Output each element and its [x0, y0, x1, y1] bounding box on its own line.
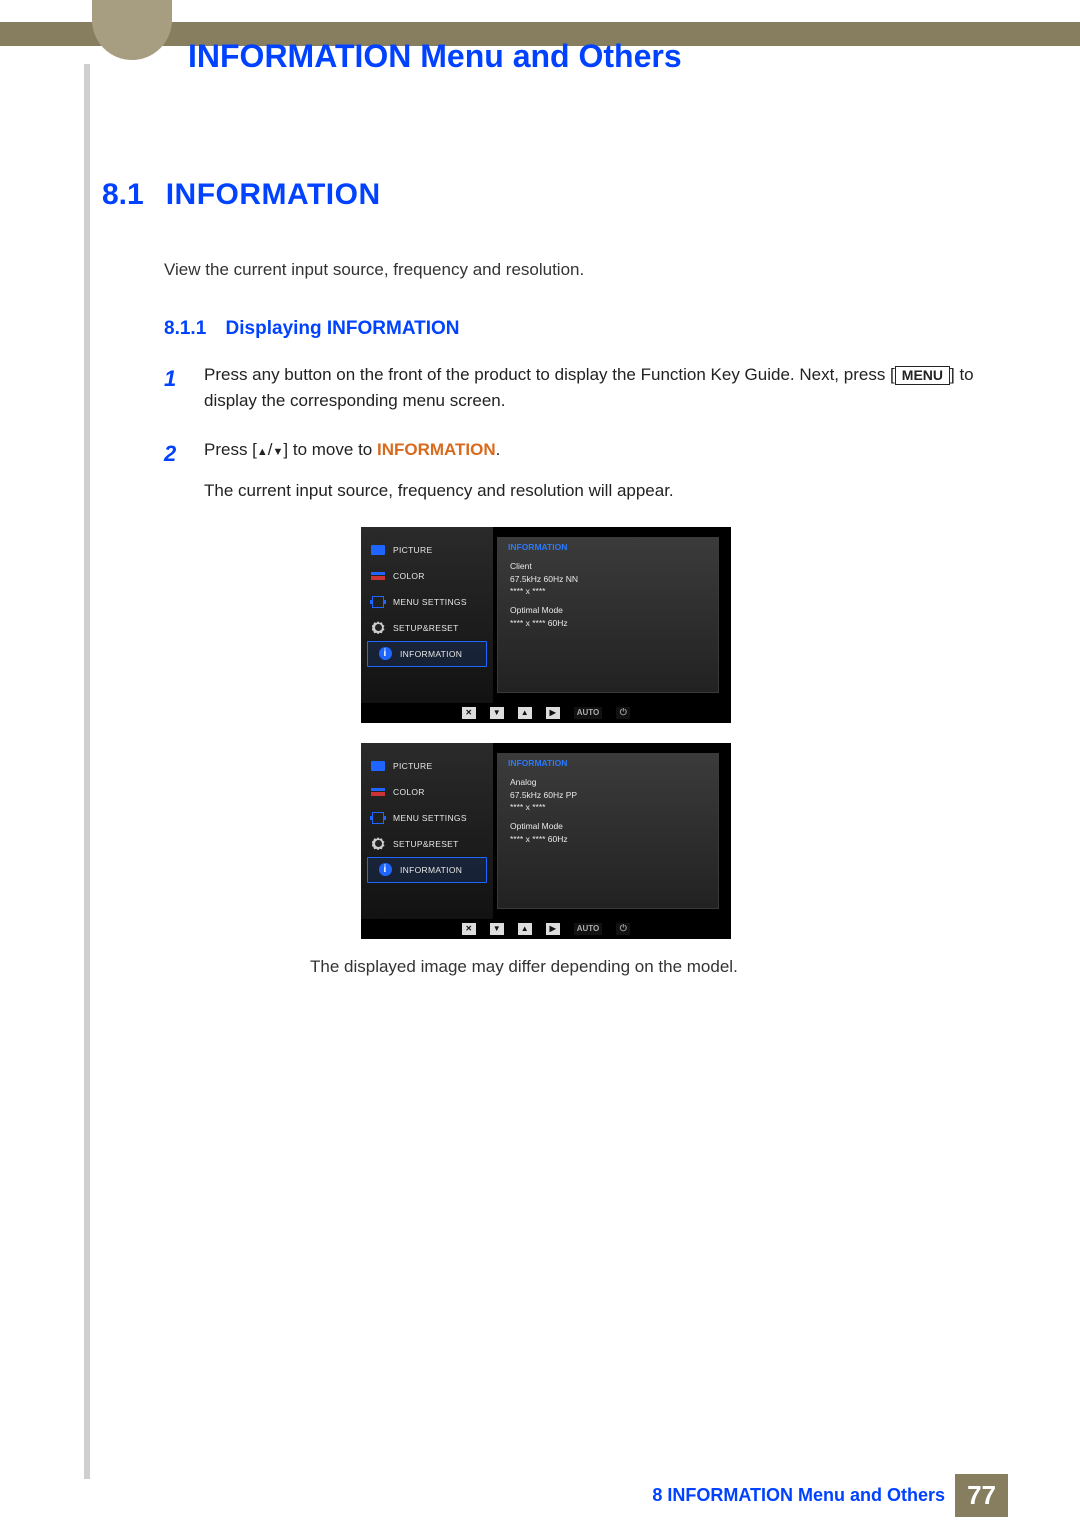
chapter-title: INFORMATION Menu and Others [188, 38, 682, 75]
auto-button: AUTO [574, 707, 603, 719]
page-footer: 8 INFORMATION Menu and Others 77 [0, 1479, 1080, 1527]
power-icon [616, 707, 630, 719]
step-number: 2 [164, 437, 182, 471]
osd-menu-information: i INFORMATION [367, 641, 487, 667]
osd-menu-picture: PICTURE [361, 537, 493, 563]
step-text: Press [ / ] to move to INFORMATION. [204, 437, 990, 471]
osd-menu-settings: MENU SETTINGS [361, 589, 493, 615]
color-icon [371, 572, 385, 580]
osd-panel: INFORMATION Analog 67.5kHz 60Hz PP **** … [497, 753, 719, 909]
osd-line: Client [510, 560, 706, 573]
osd-panel-body: Client 67.5kHz 60Hz NN **** x **** Optim… [498, 556, 718, 634]
footer-chapter-text: 8 INFORMATION Menu and Others [652, 1485, 945, 1506]
osd-line: **** x **** [510, 801, 706, 814]
step-1: 1 Press any button on the front of the p… [164, 362, 990, 415]
osd-line: 67.5kHz 60Hz NN [510, 573, 706, 586]
osd-menu: PICTURE COLOR MENU SETTINGS SETUP&RESET … [361, 743, 493, 919]
osd-line: Analog [510, 776, 706, 789]
down-icon [490, 923, 504, 935]
step-2-end: . [496, 440, 501, 459]
enter-icon [546, 923, 560, 935]
gear-icon [372, 621, 385, 634]
step-2-target: INFORMATION [377, 440, 496, 459]
osd-menu-picture: PICTURE [361, 753, 493, 779]
section-heading: 8.1 INFORMATION [102, 178, 990, 212]
osd-menu-label: PICTURE [393, 545, 432, 555]
info-icon: i [379, 863, 392, 876]
section-intro: View the current input source, frequency… [164, 260, 990, 280]
down-icon [490, 707, 504, 719]
step-2-subtext: The current input source, frequency and … [204, 481, 990, 501]
osd-menu-label: INFORMATION [400, 865, 462, 875]
color-icon [371, 788, 385, 796]
osd-screenshot-2: PICTURE COLOR MENU SETTINGS SETUP&RESET … [361, 743, 731, 939]
osd-panel-title: INFORMATION [498, 538, 718, 556]
osd-line: Optimal Mode [510, 820, 706, 833]
osd-menu-label: PICTURE [393, 761, 432, 771]
menu-settings-icon [372, 596, 384, 608]
menu-key: MENU [895, 366, 950, 385]
osd-menu-label: INFORMATION [400, 649, 462, 659]
osd-button-bar: AUTO [361, 919, 731, 939]
close-icon [462, 707, 476, 719]
up-arrow-icon [257, 440, 268, 459]
osd-menu-color: COLOR [361, 779, 493, 805]
step-number: 1 [164, 362, 182, 415]
osd-screenshot-1: PICTURE COLOR MENU SETTINGS SETUP&RESET … [361, 527, 731, 723]
section-number: 8.1 [102, 178, 144, 212]
picture-icon [371, 545, 385, 555]
osd-menu-setup-reset: SETUP&RESET [361, 831, 493, 857]
up-icon [518, 707, 532, 719]
osd-menu-label: MENU SETTINGS [393, 597, 467, 607]
osd-menu-information: i INFORMATION [367, 857, 487, 883]
osd-line: **** x **** [510, 585, 706, 598]
step-1-pre: Press any button on the front of the pro… [204, 365, 895, 384]
power-icon [616, 923, 630, 935]
osd-menu-label: COLOR [393, 787, 425, 797]
footer-page-number: 77 [955, 1474, 1008, 1517]
osd-menu-label: MENU SETTINGS [393, 813, 467, 823]
osd-menu-label: COLOR [393, 571, 425, 581]
down-arrow-icon [273, 440, 284, 459]
section-title: INFORMATION [166, 178, 381, 212]
step-text: Press any button on the front of the pro… [204, 362, 990, 415]
osd-menu-label: SETUP&RESET [393, 839, 459, 849]
info-icon: i [379, 647, 392, 660]
figure-caption: The displayed image may differ depending… [310, 957, 990, 977]
osd-panel-title: INFORMATION [498, 754, 718, 772]
step-2-post: ] to move to [283, 440, 377, 459]
osd-menu-label: SETUP&RESET [393, 623, 459, 633]
osd-line: **** x **** 60Hz [510, 617, 706, 630]
osd-panel-body: Analog 67.5kHz 60Hz PP **** x **** Optim… [498, 772, 718, 850]
osd-line: Optimal Mode [510, 604, 706, 617]
menu-settings-icon [372, 812, 384, 824]
gear-icon [372, 837, 385, 850]
osd-line: 67.5kHz 60Hz PP [510, 789, 706, 802]
subsection-heading: 8.1.1 Displaying INFORMATION [164, 318, 990, 340]
close-icon [462, 923, 476, 935]
osd-menu: PICTURE COLOR MENU SETTINGS SETUP&RESET … [361, 527, 493, 703]
step-2-sep: / [268, 440, 273, 459]
chapter-badge [92, 0, 172, 60]
osd-line: **** x **** 60Hz [510, 833, 706, 846]
subsection-title: Displaying INFORMATION [226, 318, 460, 339]
osd-menu-settings: MENU SETTINGS [361, 805, 493, 831]
enter-icon [546, 707, 560, 719]
left-sidebar-stripe [84, 64, 90, 1527]
osd-menu-setup-reset: SETUP&RESET [361, 615, 493, 641]
auto-button: AUTO [574, 923, 603, 935]
osd-menu-color: COLOR [361, 563, 493, 589]
step-2: 2 Press [ / ] to move to INFORMATION. [164, 437, 990, 471]
osd-panel: INFORMATION Client 67.5kHz 60Hz NN **** … [497, 537, 719, 693]
picture-icon [371, 761, 385, 771]
up-icon [518, 923, 532, 935]
step-2-pre: Press [ [204, 440, 257, 459]
osd-button-bar: AUTO [361, 703, 731, 723]
subsection-number: 8.1.1 [164, 318, 206, 339]
